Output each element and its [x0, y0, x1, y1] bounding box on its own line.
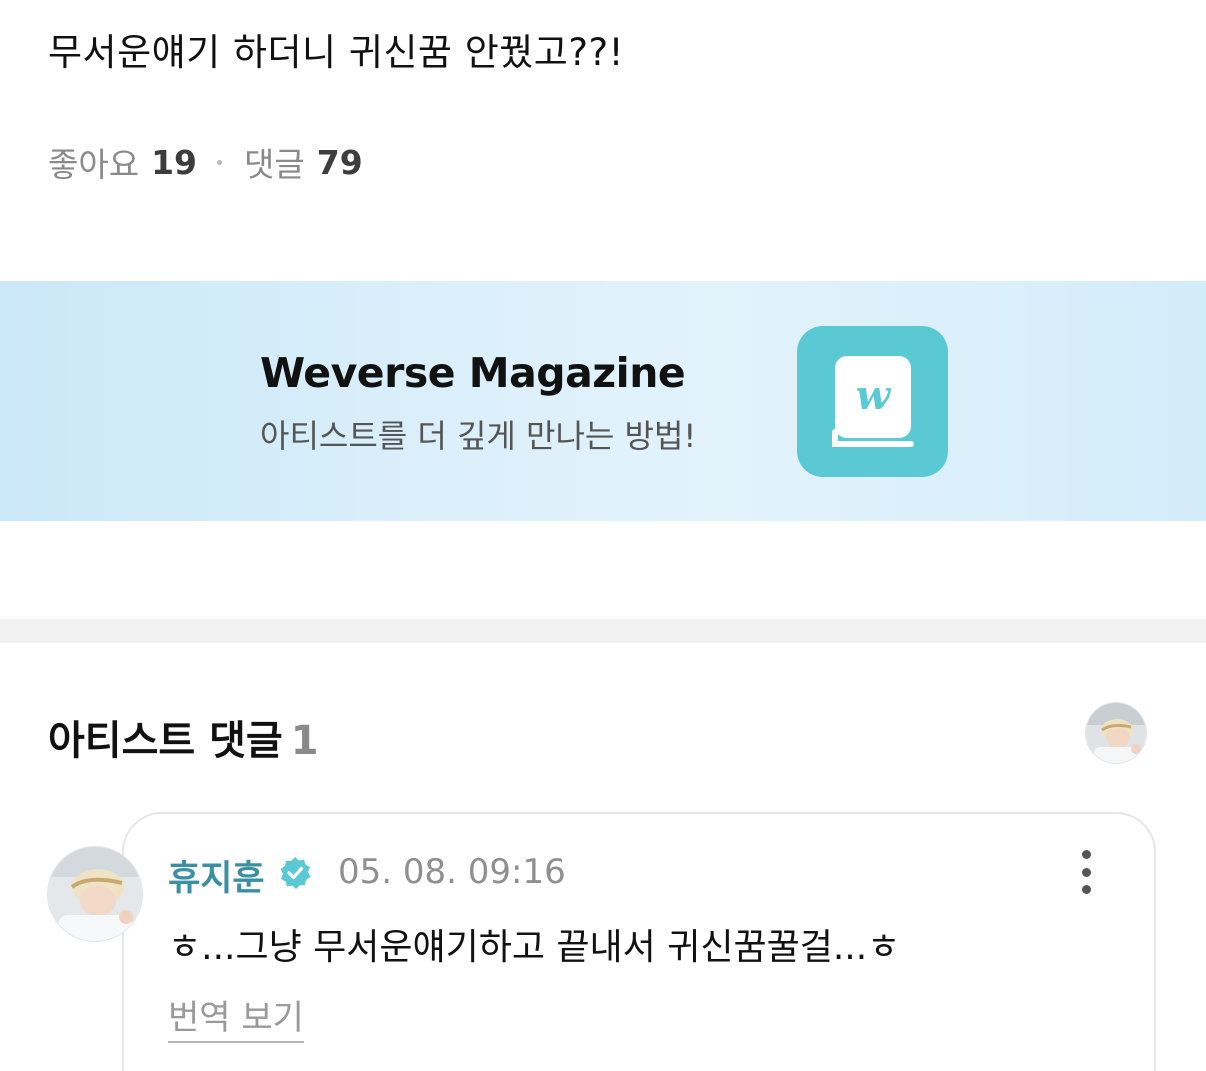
likes-label: 좋아요: [48, 145, 140, 184]
more-vertical-icon[interactable]: [1066, 850, 1106, 894]
svg-text:w: w: [856, 372, 892, 419]
comment-text: ㅎ...그냥 무서운얘기하고 끝내서 귀신꿈꿀걸...ㅎ: [168, 927, 901, 968]
artist-comments-count: 1: [290, 718, 319, 764]
comment-author-name[interactable]: 휴지훈: [168, 850, 265, 901]
weverse-magazine-book-icon: w: [797, 326, 948, 477]
comment-date: 05. 08. 09:16: [338, 852, 566, 892]
artist-comments-title: 아티스트 댓글: [48, 718, 283, 764]
section-divider: [0, 619, 1206, 643]
post-page: 무서운얘기 하더니 귀신꿈 안꿨고??! 좋아요 19 댓글 79 Wevers…: [0, 0, 1206, 1071]
comment-author-avatar[interactable]: [48, 847, 142, 941]
comments-count[interactable]: 79: [317, 143, 363, 182]
likes-count[interactable]: 19: [151, 143, 197, 182]
verified-badge-icon: [280, 857, 311, 889]
comments-label: 댓글: [244, 145, 305, 184]
weverse-magazine-banner[interactable]: Weverse Magazine 아티스트를 더 깊게 만나는 방법! w: [0, 281, 1206, 521]
separator-dot: [217, 159, 223, 165]
more-dot: [1081, 885, 1091, 894]
banner-subtitle: 아티스트를 더 깊게 만나는 방법!: [260, 417, 697, 455]
more-dot: [1081, 850, 1091, 859]
post-stats: 좋아요 19 댓글 79: [48, 138, 363, 186]
post-body-text: 무서운얘기 하더니 귀신꿈 안꿨고??!: [48, 31, 624, 74]
artist-avatar[interactable]: [1086, 703, 1146, 763]
artist-comments-heading: 아티스트 댓글 1: [48, 708, 319, 766]
banner-title: Weverse Magazine: [260, 349, 686, 397]
more-dot: [1081, 867, 1091, 877]
translate-link[interactable]: 번역 보기: [168, 990, 304, 1043]
